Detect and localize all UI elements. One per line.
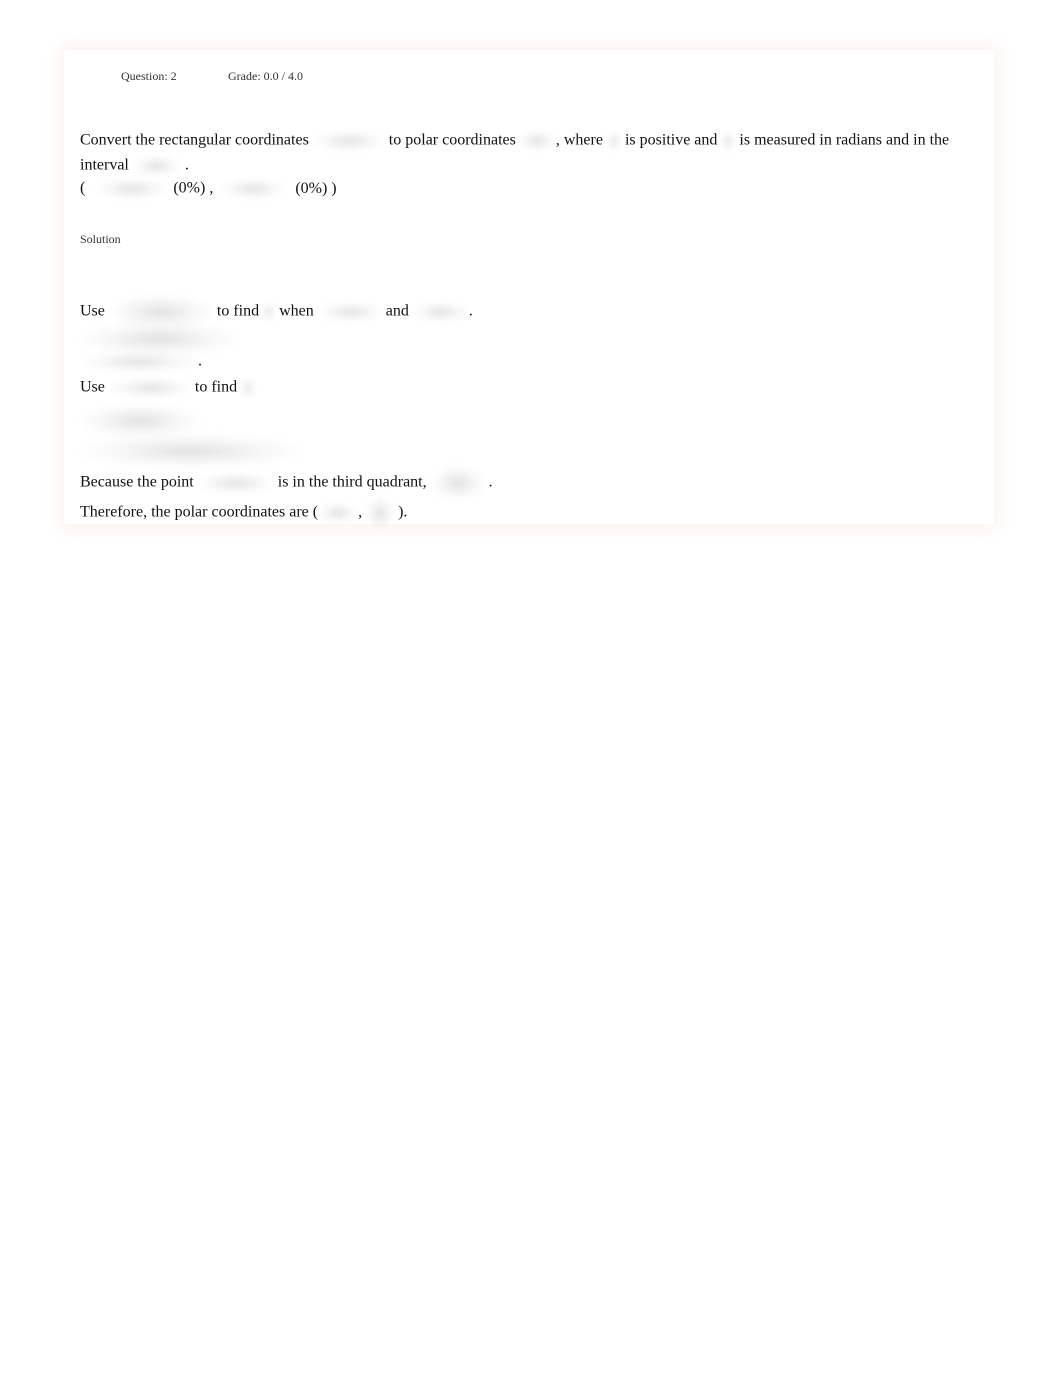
question-text: is measured in radians and in the [739,131,950,149]
solution-text: is in the third quadrant, [277,473,427,491]
math-final-theta [366,496,395,530]
math-point [197,473,274,493]
solution-step-4: Because the point is in the third quadra… [80,466,493,500]
math-theta-result [80,434,302,468]
math-r [606,131,621,151]
question-text: , where [555,131,603,149]
solution-text: ). [398,503,408,521]
question-text: Convert the rectangular coordinates [80,131,309,149]
math-final-r [318,503,359,523]
solution-text: . [468,302,473,320]
math-theta-arctan [80,404,200,438]
solution-step-3: Use to find [80,378,256,398]
question-text: interval [80,156,129,174]
question-text: is positive and [624,131,718,149]
math-r-result [80,352,198,372]
math-theta [721,131,736,151]
solution-text: and [385,302,409,320]
answer-score-2: (0%) ) [295,179,337,197]
question-text-line1: Convert the rectangular coordinates to p… [80,131,949,151]
solution-text: to find [194,378,238,396]
solution-text: . [198,352,202,370]
solution-step-5: Therefore, the polar coordinates are (, … [80,496,407,530]
solution-text: . [488,473,493,491]
solution-step-2b: . [80,352,202,372]
solution-text: Therefore, the polar coordinates are ( [80,503,319,521]
solution-text: Because the point [80,473,194,491]
math-theta [241,378,256,398]
answer-line: ( (0%) , (0%) ) [80,179,337,199]
math-x-value [317,302,382,322]
question-text: to polar coordinates [388,131,516,149]
answer-input-r[interactable] [95,179,170,199]
solution-label: Solution [80,232,121,246]
solution-text: Use [80,302,105,320]
solution-text: , [358,503,363,521]
solution-text: to find [216,302,260,320]
question-number: Question: 2 [121,69,177,83]
math-rect-coords [312,131,385,151]
solution-step-3a [80,404,200,438]
solution-step-3b [80,434,302,468]
math-y-value [412,302,469,322]
math-tan-formula [108,378,191,398]
solution-text: when [279,302,314,320]
answer-score-1: (0%) , [173,179,214,197]
math-r-substitution [80,322,238,356]
answer-input-theta[interactable] [221,179,286,199]
solution-text: Use [80,378,105,396]
grade-label: Grade: 0.0 / 4.0 [228,69,303,83]
math-interval [132,156,181,176]
solution-step-2a [80,322,238,356]
question-text: . [184,156,189,174]
math-polar-coords [517,131,556,151]
math-r [263,302,276,322]
answer-paren: ( [80,179,86,197]
math-theta-final [430,466,485,500]
question-text-line2: interval . [80,156,189,176]
